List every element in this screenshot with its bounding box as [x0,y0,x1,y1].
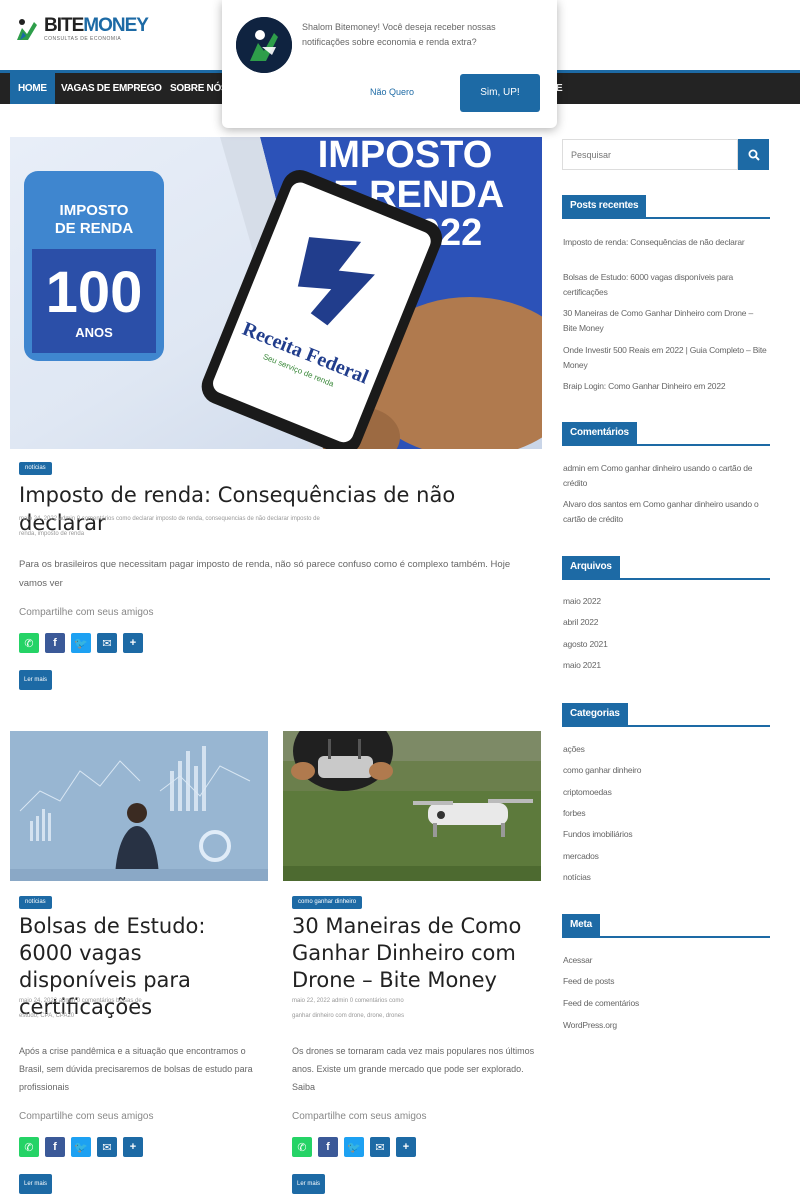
twitter-icon[interactable]: 🐦 [71,633,91,653]
widget-title: Arquivos [562,556,620,578]
article-card: notícias Bolsas de Estudo: 6000 vagas di… [10,731,268,1200]
article-category-badge[interactable]: como ganhar dinheiro [292,896,363,909]
logo-text-bite: BITE [44,14,84,36]
meta-link[interactable]: Acessar [563,953,768,968]
category-link[interactable]: ações [563,742,768,757]
share-label: Compartilhe com seus amigos [292,1111,427,1122]
article-meta: maio 24, 2022 admin 0 comentários como d… [19,512,529,542]
popup-logo-icon [236,17,292,73]
widget-title: Comentários [562,422,637,444]
read-more-button[interactable]: Ler mais [292,1174,326,1194]
share-buttons: ✆ f 🐦 ✉ + [19,633,143,653]
facebook-icon[interactable]: f [318,1137,338,1157]
article-meta: maio 24, 2022 admin 0 comentários bolsas… [19,994,264,1024]
article-title[interactable]: 30 Maneiras de Como Ganhar Dinheiro com … [292,913,537,994]
more-share-icon[interactable]: + [396,1137,416,1157]
email-icon[interactable]: ✉ [370,1137,390,1157]
share-buttons: ✆ f 🐦 ✉ + [292,1137,416,1157]
article-meta-line2: estudo, CPA, CPA20 [19,1013,75,1019]
nav-item-vagas-de-emprego[interactable]: VAGAS DE EMPREGO [53,73,170,104]
hero-banner-line1: IMPOSTO [318,137,493,176]
share-label: Compartilhe com seus amigos [19,1111,154,1122]
notification-popup: Shalom Bitemoney! Você deseja receber no… [222,0,557,128]
nav-item-home[interactable]: HOME [10,73,55,104]
article-card: como ganhar dinheiro 30 Maneiras de Como… [283,731,541,1200]
whatsapp-icon[interactable]: ✆ [19,633,39,653]
hero-badge-number: 100 [46,260,143,325]
meta-link[interactable]: WordPress.org [563,1018,768,1033]
whatsapp-icon[interactable]: ✆ [292,1137,312,1157]
article-thumbnail[interactable] [283,731,541,881]
read-more-button[interactable]: Ler mais [19,1174,53,1194]
article-meta-line1: maio 24, 2022 admin 0 comentários como d… [19,516,320,522]
accept-button[interactable]: Sim, UP! [460,74,540,112]
article-meta-line2: renda, imposto de renda [19,531,85,537]
twitter-icon[interactable]: 🐦 [71,1137,91,1157]
article-meta-line1: maio 22, 2022 admin 0 comentários como [292,998,404,1004]
widget-archives: Arquivos [562,556,770,580]
twitter-icon[interactable]: 🐦 [344,1137,364,1157]
widget-categories: Categorias [562,703,770,727]
widget-comments: Comentários [562,422,770,446]
email-icon[interactable]: ✉ [97,1137,117,1157]
hero-badge-line1: IMPOSTO [60,202,129,219]
logo-text-money: MONEY [83,14,149,36]
decline-button[interactable]: Não Quero [370,87,414,97]
search-icon [748,149,760,161]
article-category-badge[interactable]: notícias [19,896,52,909]
category-link[interactable]: Fundos imobiliários [563,827,768,842]
widget-title: Meta [562,914,600,936]
site-tagline: CONSULTAS DE ECONOMIA [44,35,122,42]
widget-title: Posts recentes [562,195,647,217]
recent-post-link[interactable]: 30 Maneiras de Como Ganhar Dinheiro com … [563,306,768,336]
article-excerpt: Para os brasileiros que necessitam pagar… [19,559,511,589]
article-meta-line1: maio 24, 2022 admin 0 comentários bolsas… [19,998,142,1004]
article-excerpt: Os drones se tornaram cada vez mais popu… [292,1046,535,1092]
archive-link[interactable]: abril 2022 [563,615,768,630]
search-button[interactable] [738,139,769,170]
site-logo[interactable]: BITEMONEY CONSULTAS DE ECONOMIA [14,14,149,42]
share-buttons: ✆ f 🐦 ✉ + [19,1137,143,1157]
share-label: Compartilhe com seus amigos [19,607,154,618]
recent-post-link[interactable]: Onde Investir 500 Reais em 2022 | Guia C… [563,343,768,373]
comment-link[interactable]: admin em Como ganhar dinheiro usando o c… [563,461,768,491]
read-more-button[interactable]: Ler mais [19,670,53,690]
category-link[interactable]: criptomoedas [563,785,768,800]
article-meta: maio 22, 2022 admin 0 comentários como g… [292,994,537,1024]
article-thumbnail[interactable]: IMPOSTO DE RENDA 100 ANOS IMPOSTO DE REN… [10,137,542,449]
more-share-icon[interactable]: + [123,1137,143,1157]
hero-badge-line2: DE RENDA [55,220,134,237]
more-share-icon[interactable]: + [123,633,143,653]
widget-recent-posts: Posts recentes [562,195,770,219]
archive-link[interactable]: maio 2021 [563,658,768,673]
facebook-icon[interactable]: f [45,633,65,653]
category-link[interactable]: como ganhar dinheiro [563,763,768,778]
category-link[interactable]: forbes [563,806,768,821]
popup-message: Shalom Bitemoney! Você deseja receber no… [302,22,496,47]
logo-icon [14,16,40,42]
article-excerpt: Após a crise pandêmica e a situação que … [19,1046,253,1092]
featured-article: IMPOSTO DE RENDA 100 ANOS IMPOSTO DE REN… [10,137,542,710]
article-meta-line2: ganhar dinheiro com drone, drone, drones [292,1013,405,1019]
facebook-icon[interactable]: f [45,1137,65,1157]
hero-badge-anos: ANOS [75,325,113,340]
widget-title: Categorias [562,703,628,725]
widget-meta: Meta [562,914,770,938]
email-icon[interactable]: ✉ [97,633,117,653]
recent-post-link[interactable]: Braip Login: Como Ganhar Dinheiro em 202… [563,379,768,394]
search-input[interactable] [562,139,738,170]
category-link[interactable]: notícias [563,870,768,885]
recent-post-link[interactable]: Imposto de renda: Consequências de não d… [563,235,768,250]
archive-link[interactable]: maio 2022 [563,594,768,609]
category-link[interactable]: mercados [563,849,768,864]
whatsapp-icon[interactable]: ✆ [19,1137,39,1157]
archive-link[interactable]: agosto 2021 [563,637,768,652]
article-category-badge[interactable]: notícias [19,462,52,475]
article-thumbnail[interactable] [10,731,268,881]
meta-link[interactable]: Feed de posts [563,974,768,989]
comment-link[interactable]: Alvaro dos santos em Como ganhar dinheir… [563,497,768,527]
meta-link[interactable]: Feed de comentários [563,996,768,1011]
recent-post-link[interactable]: Bolsas de Estudo: 6000 vagas disponíveis… [563,270,768,300]
